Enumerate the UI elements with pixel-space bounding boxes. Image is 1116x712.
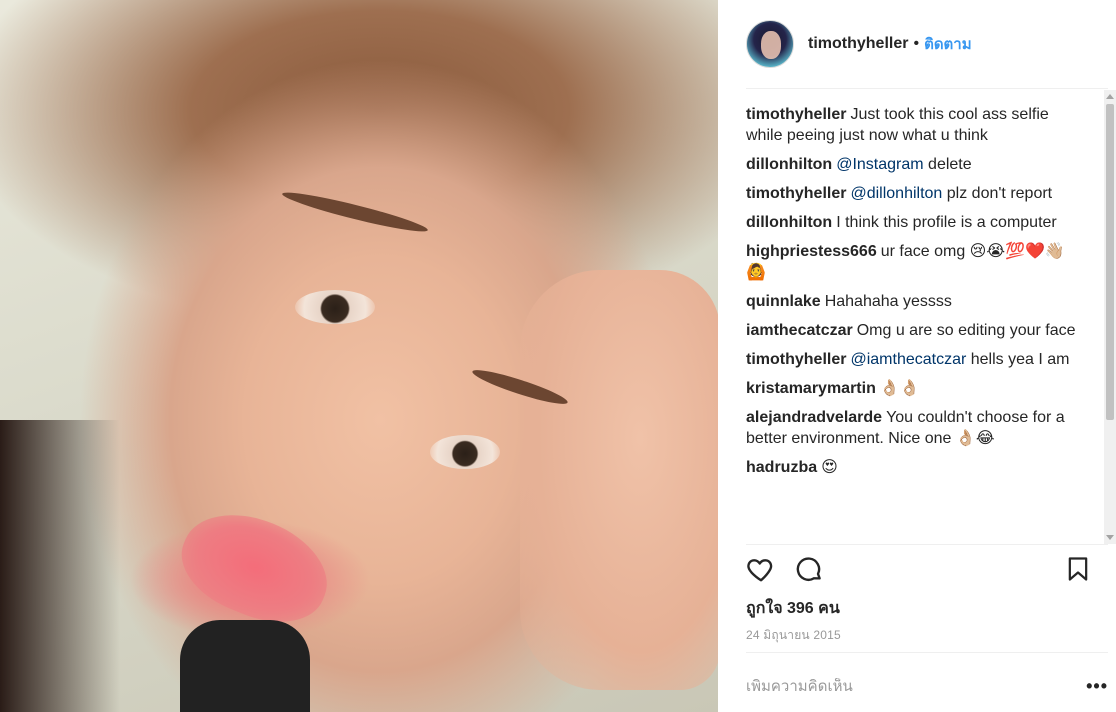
bookmark-icon[interactable] — [1064, 554, 1092, 584]
header-divider — [746, 88, 1108, 89]
photo-brow-left — [280, 187, 430, 237]
comment: highpriestess666 ur face omg 😢😭💯❤️👋🏼 🙆 — [746, 241, 1088, 283]
comment-text: I think this profile is a computer — [836, 214, 1057, 231]
comment-author[interactable]: highpriestess666 — [746, 243, 877, 260]
comment-author[interactable]: quinnlake — [746, 293, 821, 310]
post-side-panel: timothyheller • ติดตาม timothyheller Just… — [718, 0, 1116, 712]
comment-mention[interactable]: @Instagram — [836, 156, 923, 173]
comment-bubble-icon[interactable] — [794, 554, 824, 584]
comment-text: hells yea I am — [966, 351, 1070, 368]
post-photo[interactable] — [0, 0, 718, 712]
comment-text: 👌🏼👌🏼 — [879, 380, 920, 397]
comment: hadruzba 😍 — [746, 457, 1088, 478]
photo-shadow — [0, 420, 120, 712]
comment-author[interactable]: hadruzba — [746, 459, 817, 476]
comment-author[interactable]: dillonhilton — [746, 214, 832, 231]
add-comment-bar: ••• — [746, 664, 1108, 708]
photo-shirt — [180, 620, 310, 712]
photo-eye-right — [430, 435, 500, 469]
post-actions — [746, 552, 1094, 588]
post-date[interactable]: 24 มิถุนายน 2015 — [746, 626, 841, 645]
scroll-down-icon[interactable] — [1106, 535, 1114, 540]
comment-box-divider — [746, 652, 1108, 653]
comment-text: 😍 — [821, 459, 838, 476]
comment-author[interactable]: kristamarymartin — [746, 380, 876, 397]
more-options-icon[interactable]: ••• — [1086, 676, 1108, 697]
photo-hand — [520, 270, 718, 690]
comment-mention[interactable]: @iamthecatczar — [850, 351, 966, 368]
comment: iamthecatczar Omg u are so editing your f… — [746, 320, 1088, 341]
scroll-up-icon[interactable] — [1106, 94, 1114, 99]
comment-author[interactable]: iamthecatczar — [746, 322, 853, 339]
comment-text: Hahahaha yessss — [824, 293, 952, 310]
comment-author[interactable]: alejandradvelarde — [746, 409, 882, 426]
header-separator: • — [913, 35, 920, 52]
comment-author[interactable]: dillonhilton — [746, 156, 832, 173]
likes-count[interactable]: ถูกใจ 396 คน — [746, 596, 840, 621]
comment-author[interactable]: timothyheller — [746, 185, 846, 202]
post-header: timothyheller • ติดตาม — [746, 18, 1108, 70]
comment: alejandradvelarde You couldn't choose for… — [746, 407, 1088, 449]
comment-input[interactable] — [746, 677, 1046, 695]
comment: kristamarymartin 👌🏼👌🏼 — [746, 378, 1088, 399]
comments-scrollbar[interactable] — [1104, 90, 1116, 544]
scrollbar-thumb[interactable] — [1106, 104, 1114, 420]
follow-button[interactable]: ติดตาม — [924, 32, 972, 56]
photo-eye-left — [295, 290, 375, 324]
comment: timothyheller @iamthecatczar hells yea I … — [746, 349, 1088, 370]
header-username[interactable]: timothyheller — [808, 35, 908, 53]
comments-list[interactable]: timothyheller Just took this cool ass sel… — [746, 104, 1088, 544]
photo-lips — [167, 495, 343, 640]
comment: timothyheller Just took this cool ass sel… — [746, 104, 1088, 146]
actions-divider — [746, 544, 1108, 545]
comment-author[interactable]: timothyheller — [746, 351, 846, 368]
comment: dillonhilton @Instagram delete — [746, 154, 1088, 175]
comment-text: Omg u are so editing your face — [856, 322, 1076, 339]
comment-author[interactable]: timothyheller — [746, 106, 846, 123]
heart-icon[interactable] — [746, 554, 776, 584]
comment: dillonhilton I think this profile is a co… — [746, 212, 1088, 233]
comment: quinnlake Hahahaha yessss — [746, 291, 1088, 312]
comment-text: plz don't report — [942, 185, 1053, 202]
avatar[interactable] — [746, 20, 794, 68]
comment-mention[interactable]: @dillonhilton — [850, 185, 942, 202]
comment: timothyheller @dillonhilton plz don't rep… — [746, 183, 1088, 204]
comment-text: delete — [923, 156, 972, 173]
